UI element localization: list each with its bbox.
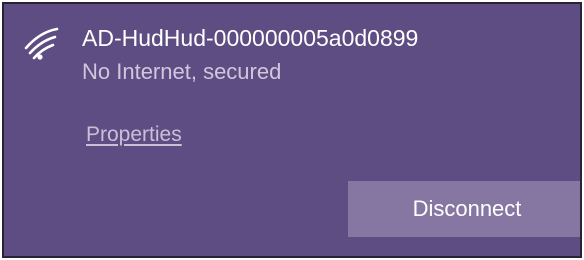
properties-link[interactable]: Properties — [86, 122, 182, 148]
wifi-signal-icon — [22, 24, 60, 64]
network-ssid: AD-HudHud-000000005a0d0899 — [82, 25, 419, 51]
network-status: No Internet, secured — [82, 59, 282, 84]
disconnect-button[interactable]: Disconnect — [348, 181, 580, 237]
wifi-network-panel: AD-HudHud-000000005a0d0899 No Internet, … — [2, 2, 582, 258]
